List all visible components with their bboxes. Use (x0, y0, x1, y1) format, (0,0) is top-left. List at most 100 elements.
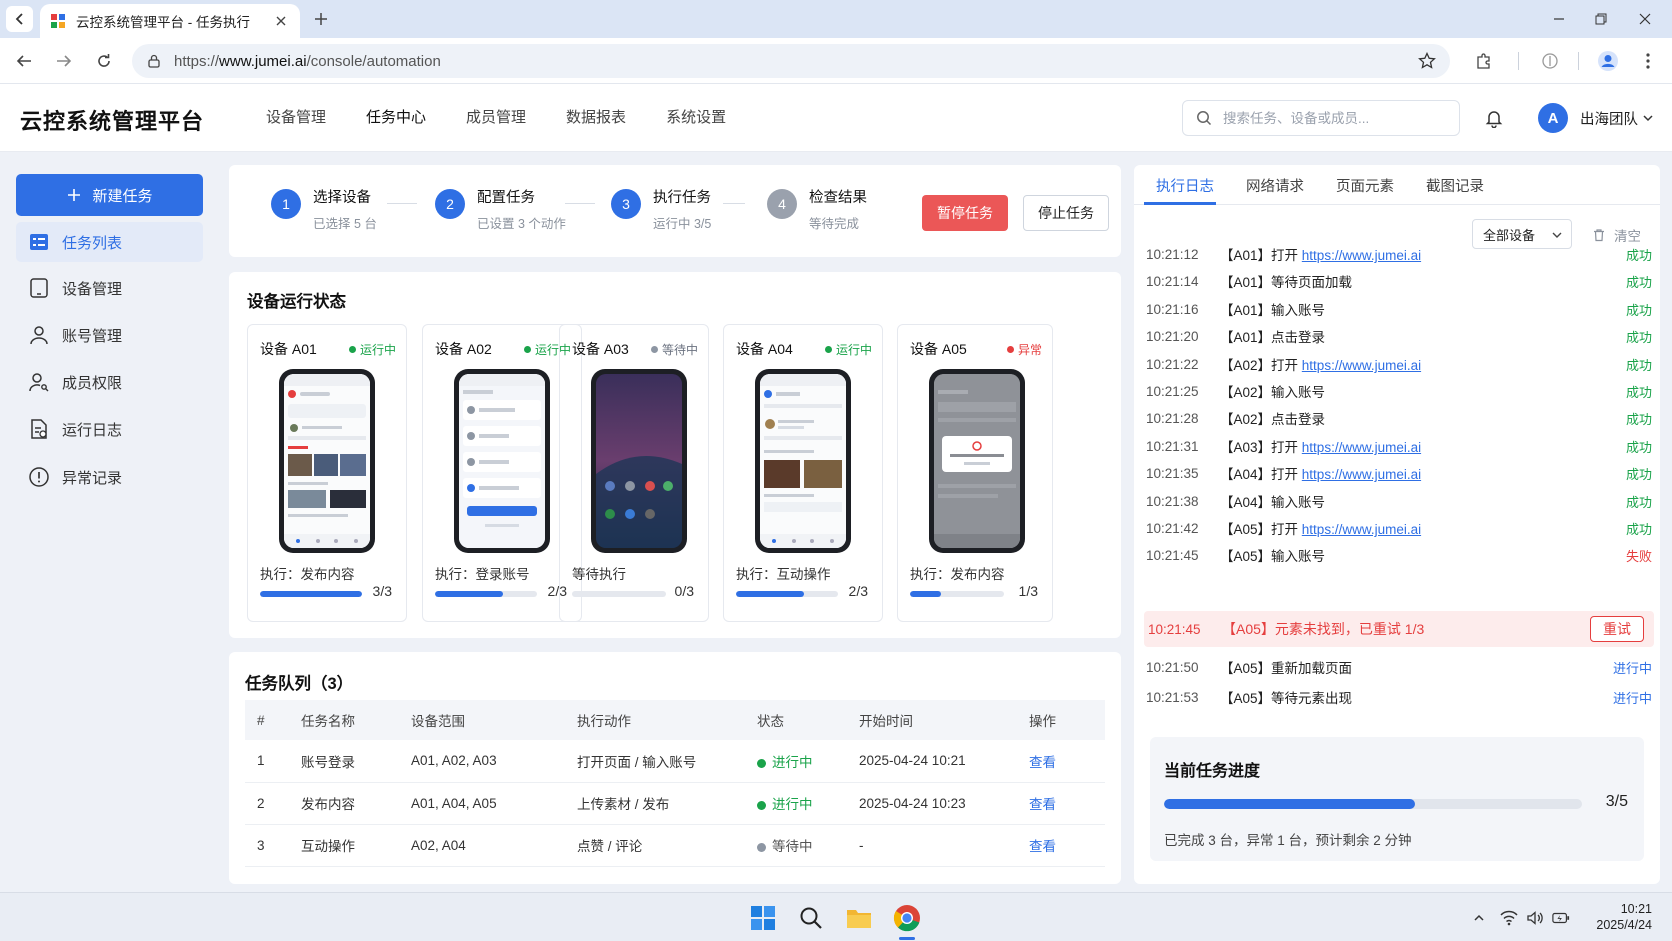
retry-button[interactable]: 重试 (1590, 616, 1644, 642)
sidebar-item-label: 成员权限 (62, 374, 123, 392)
device-card-a03[interactable]: 设备 A03 等待中 等待执行 0/3 (559, 324, 709, 622)
nav-system-settings[interactable]: 系统设置 (646, 84, 746, 152)
team-name[interactable]: 出海团队 (1580, 108, 1638, 129)
tab-screenshot-records[interactable]: 截图记录 (1426, 175, 1484, 196)
cell-start-time: 2025-04-24 10:21 (847, 740, 1017, 783)
view-link[interactable]: 查看 (1017, 824, 1105, 867)
close-window-icon[interactable] (1622, 0, 1668, 38)
view-link[interactable]: 查看 (1017, 740, 1105, 783)
status-badge: 异常 (1006, 341, 1042, 358)
sidebar-item-task-list[interactable]: 任务列表 (16, 222, 203, 262)
app-header: 云控系统管理平台 设备管理 任务中心 成员管理 数据报表 系统设置 A 出海团队 (0, 84, 1672, 152)
log-url-link[interactable]: https://www.jumei.ai (1302, 522, 1421, 537)
log-time: 10:21:31 (1146, 438, 1199, 454)
tablet-icon (30, 278, 48, 298)
minimize-icon[interactable] (1536, 0, 1582, 38)
log-entry: 10:21:20 【A01】点击登录 成功 (1146, 325, 1652, 347)
view-link[interactable]: 查看 (1017, 782, 1105, 825)
nav-device-management[interactable]: 设备管理 (246, 84, 346, 152)
device-card-a01[interactable]: 设备 A01 运行中 执行：发布内容 3/3 (247, 324, 407, 622)
sidebar-item-label: 账号管理 (62, 327, 123, 345)
browser-tab-active[interactable]: 云控系统管理平台 - 任务执行 (40, 4, 300, 38)
step-number: 1 (271, 189, 301, 219)
cell-index: 3 (245, 824, 289, 867)
device-name: 设备 A02 (435, 341, 492, 357)
device-card-a04[interactable]: 设备 A04 运行中 执行：互动操作 2/3 (723, 324, 883, 622)
device-screen-thumbnail[interactable] (929, 369, 1025, 553)
log-url-link[interactable]: https://www.jumei.ai (1302, 467, 1421, 482)
tab-execution-log[interactable]: 执行日志 (1156, 175, 1214, 196)
log-url-link[interactable]: https://www.jumei.ai (1302, 358, 1421, 373)
device-screen-thumbnail[interactable] (454, 369, 550, 553)
sidebar-item-label: 异常记录 (62, 469, 123, 487)
table-row[interactable]: 1 账号登录 A01, A02, A03 打开页面 / 输入账号 进行中 202… (245, 740, 1105, 783)
back-arrow-icon[interactable] (12, 49, 36, 73)
device-screen-thumbnail[interactable] (279, 369, 375, 553)
table-row[interactable]: 2 发布内容 A01, A04, A05 上传素材 / 发布 进行中 2025-… (245, 782, 1105, 825)
tab-search-button[interactable] (6, 6, 33, 32)
bell-icon[interactable] (1482, 106, 1506, 130)
speaker-icon[interactable] (1526, 909, 1544, 927)
reload-icon[interactable] (92, 49, 116, 73)
bookmark-star-icon[interactable] (1418, 52, 1436, 70)
log-url-link[interactable]: https://www.jumei.ai (1302, 440, 1421, 455)
sidebar-item-account-management[interactable]: 账号管理 (16, 315, 203, 355)
sidebar-item-exception-records[interactable]: 异常记录 (16, 457, 203, 497)
device-card-a05[interactable]: 设备 A05 异常 执行：发布内容 1/3 (897, 324, 1053, 622)
log-message: 【A04】输入账号 (1220, 491, 1612, 511)
sidebar-item-run-logs[interactable]: 运行日志 (16, 409, 203, 449)
profile-icon[interactable] (1596, 49, 1620, 73)
close-tab-icon[interactable] (272, 12, 290, 30)
nav-task-center[interactable]: 任务中心 (346, 84, 446, 152)
lock-icon[interactable] (146, 53, 162, 69)
global-search[interactable] (1182, 100, 1460, 136)
address-bar[interactable]: https://www.jumei.ai/console/automation (132, 44, 1450, 78)
device-progress-bar (260, 591, 362, 597)
device-screen-thumbnail[interactable] (755, 369, 851, 553)
step-subtitle: 已选择 5 台 (313, 217, 377, 231)
clock-date: 2025/4/24 (1596, 918, 1652, 932)
extensions-puzzle-icon[interactable] (1472, 49, 1496, 73)
forward-arrow-icon[interactable] (52, 49, 76, 73)
browser-menu-icon[interactable] (1636, 49, 1660, 73)
file-explorer-icon[interactable] (844, 903, 874, 933)
sidebar-item-member-permissions[interactable]: 成员权限 (16, 362, 203, 402)
tab-network-requests[interactable]: 网络请求 (1246, 175, 1304, 196)
log-url-link[interactable]: https://www.jumei.ai (1302, 248, 1421, 263)
nav-member-management[interactable]: 成员管理 (446, 84, 546, 152)
device-progress-bar (910, 591, 1004, 597)
system-clock[interactable]: 10:21 2025/4/24 (1596, 901, 1652, 933)
wifi-icon[interactable] (1500, 909, 1518, 927)
chrome-icon[interactable] (892, 903, 922, 933)
tab-page-elements[interactable]: 页面元素 (1336, 175, 1394, 196)
log-result: 成功 (1625, 466, 1652, 482)
device-progress-count: 0/3 (674, 583, 694, 599)
new-tab-icon[interactable] (310, 8, 332, 30)
sidebar-item-device-management[interactable]: 设备管理 (16, 268, 203, 308)
windows-start-icon[interactable] (748, 903, 778, 933)
pause-task-button[interactable]: 暂停任务 (922, 195, 1008, 231)
log-text: 点击登录 (1271, 330, 1326, 345)
battery-icon[interactable] (1552, 909, 1570, 927)
device-card-a02[interactable]: 设备 A02 运行中 执行：登录账号 2/3 (422, 324, 582, 622)
stop-task-button[interactable]: 停止任务 (1023, 195, 1109, 231)
device-progress-bar (736, 591, 838, 597)
new-task-button[interactable]: 新建任务 (16, 174, 203, 216)
cell-task-name: 账号登录 (289, 740, 399, 783)
chevron-up-icon[interactable] (1470, 909, 1488, 927)
maximize-icon[interactable] (1578, 0, 1624, 38)
nav-data-reports[interactable]: 数据报表 (546, 84, 646, 152)
search-icon[interactable] (796, 903, 826, 933)
device-screen-thumbnail[interactable] (591, 369, 687, 553)
search-input[interactable] (1223, 110, 1443, 126)
table-header-row: # 任务名称 设备范围 执行动作 状态 开始时间 操作 (245, 700, 1105, 740)
avatar[interactable]: A (1538, 103, 1568, 133)
chevron-down-icon[interactable] (1641, 111, 1655, 125)
log-text: 输入账号 (1271, 495, 1326, 510)
log-text: 打开 (1271, 440, 1302, 455)
browser-toolbar: https://www.jumei.ai/console/automation (0, 38, 1672, 84)
table-row[interactable]: 3 互动操作 A02, A04 点赞 / 评论 等待中 - 查看 (245, 824, 1105, 867)
cell-start-time: 2025-04-24 10:23 (847, 782, 1017, 825)
shield-icon[interactable] (1538, 49, 1562, 73)
clear-logs-button[interactable]: 清空 (1592, 225, 1641, 245)
